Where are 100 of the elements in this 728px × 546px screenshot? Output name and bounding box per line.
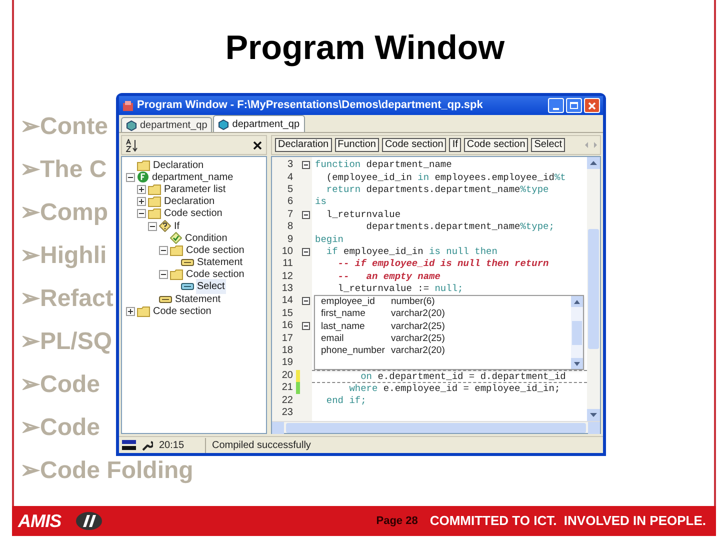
- expander-icon[interactable]: [137, 209, 146, 218]
- line-number: 11: [282, 258, 294, 270]
- line-number: 13: [280, 283, 294, 296]
- panel-icon: [122, 440, 136, 450]
- line-number: 18: [280, 345, 294, 358]
- code-line: return departments.department_name%type: [325, 184, 549, 196]
- line-number: 3: [286, 159, 294, 172]
- breadcrumb-button[interactable]: Code section: [382, 138, 446, 152]
- question-diamond-icon: [159, 220, 171, 232]
- column-type: varchar2(20): [391, 307, 445, 322]
- folder-icon: [137, 306, 150, 317]
- status-time: 20:15: [159, 438, 186, 452]
- folder-icon: [148, 196, 161, 208]
- minimize-button[interactable]: [548, 98, 564, 113]
- status-message: Compiled successfully: [205, 438, 311, 452]
- fold-icon[interactable]: [302, 161, 310, 170]
- folder-icon: [148, 184, 161, 195]
- slogan: COMMITTED TO ICT. INVOLVED IN PEOPLE.: [430, 512, 706, 530]
- select-statement-icon: [181, 282, 194, 292]
- page-number: Page 28: [376, 514, 418, 529]
- line-number: 10: [280, 246, 294, 258]
- line-number: 8: [286, 221, 294, 234]
- scroll-down-icon[interactable]: [590, 413, 597, 417]
- column-name[interactable]: first_name: [321, 307, 391, 322]
- breadcrumb-button[interactable]: Select: [531, 138, 566, 152]
- line-number: 20: [280, 370, 294, 382]
- scroll-up-icon[interactable]: [590, 161, 597, 165]
- scroll-up-icon[interactable]: [574, 300, 580, 304]
- code-line: function department_name: [315, 159, 452, 172]
- breadcrumb-button[interactable]: If: [449, 138, 461, 152]
- line-number: 21: [280, 382, 294, 394]
- close-button[interactable]: [584, 98, 600, 113]
- folder-icon: [137, 160, 150, 171]
- wrench-icon: [142, 440, 153, 450]
- close-icon[interactable]: [253, 140, 262, 150]
- expander-icon[interactable]: [137, 184, 146, 194]
- line-number: 7: [286, 208, 294, 221]
- expander-icon[interactable]: [126, 306, 135, 316]
- bullet-text: ➢The C: [20, 156, 107, 184]
- line-number: 16: [280, 320, 294, 332]
- column-name[interactable]: last_name: [321, 320, 391, 334]
- code-line: l_returnvalue := null;: [336, 283, 464, 296]
- line-number: 6: [286, 196, 294, 208]
- column-type: number(6): [391, 295, 435, 309]
- code-line: if employee_id_in is null then: [325, 246, 498, 258]
- check-diamond-icon: [170, 232, 182, 244]
- statement-icon: [181, 258, 194, 268]
- bullet-text: ➢PL/SQ: [20, 328, 112, 356]
- line-number: 22: [280, 394, 294, 407]
- line-number: 4: [286, 172, 294, 184]
- fold-icon[interactable]: [302, 322, 310, 330]
- code-line: on e.department_id = d.department_id: [360, 370, 566, 383]
- tree-item[interactable]: Select: [196, 279, 226, 294]
- breadcrumb-button[interactable]: Declaration: [275, 138, 332, 152]
- fold-icon[interactable]: [302, 297, 310, 306]
- code-line: is: [315, 196, 326, 208]
- column-name[interactable]: phone_number: [321, 344, 391, 358]
- cube-icon: [218, 118, 230, 130]
- horizontal-scrollbar[interactable]: [272, 421, 600, 433]
- column-name[interactable]: email: [321, 332, 391, 346]
- bullet-text: ➢Highli: [20, 242, 107, 270]
- document-tab[interactable]: department_qp: [213, 115, 305, 132]
- expander-icon[interactable]: [137, 197, 146, 206]
- popup-scrollbar[interactable]: [571, 296, 583, 370]
- expander-icon[interactable]: [159, 246, 168, 255]
- line-number: 12: [280, 270, 294, 283]
- bullet-text: ➢Code: [20, 414, 100, 442]
- fold-icon[interactable]: [302, 248, 310, 256]
- code-line: (employee_id_in in employees.employee_id%t: [325, 172, 566, 184]
- line-number: 14: [280, 295, 294, 308]
- document-tab[interactable]: department_qp: [121, 117, 212, 132]
- bullet-text: ➢Conte: [20, 113, 108, 141]
- column-name[interactable]: employee_id: [321, 295, 391, 310]
- maximize-button[interactable]: [566, 98, 582, 113]
- fold-icon[interactable]: [302, 210, 310, 219]
- code-line: where e.employee_id = employee_id_in;: [348, 383, 560, 395]
- code-line: -- if employee_id is null then return: [336, 258, 549, 270]
- folder-icon: [170, 244, 183, 256]
- code-line: begin: [315, 234, 344, 246]
- expander-icon[interactable]: [148, 222, 157, 231]
- breadcrumb-button[interactable]: Function: [334, 138, 379, 152]
- column-type: varchar2(25): [391, 320, 445, 334]
- bullet-text: ➢Comp: [20, 199, 108, 227]
- cube-icon: [126, 120, 137, 130]
- tree-item[interactable]: If: [173, 218, 181, 234]
- app-icon: [122, 100, 134, 112]
- line-number: 17: [280, 332, 294, 345]
- sort-icon[interactable]: [126, 138, 138, 152]
- code-line: -- an empty name: [336, 270, 440, 283]
- scroll-down-icon[interactable]: [574, 362, 580, 366]
- vertical-scrollbar[interactable]: [587, 157, 600, 421]
- code-line: l_returnvalue: [325, 208, 401, 221]
- breadcrumb-button[interactable]: Code section: [464, 138, 528, 152]
- slide-title: Program Window: [224, 28, 506, 68]
- code-line: end if;: [325, 395, 366, 408]
- line-number: 15: [280, 308, 294, 320]
- line-number: 5: [286, 184, 294, 196]
- line-number: 23: [280, 407, 294, 419]
- expander-icon[interactable]: [159, 270, 168, 280]
- expander-icon[interactable]: [126, 172, 135, 182]
